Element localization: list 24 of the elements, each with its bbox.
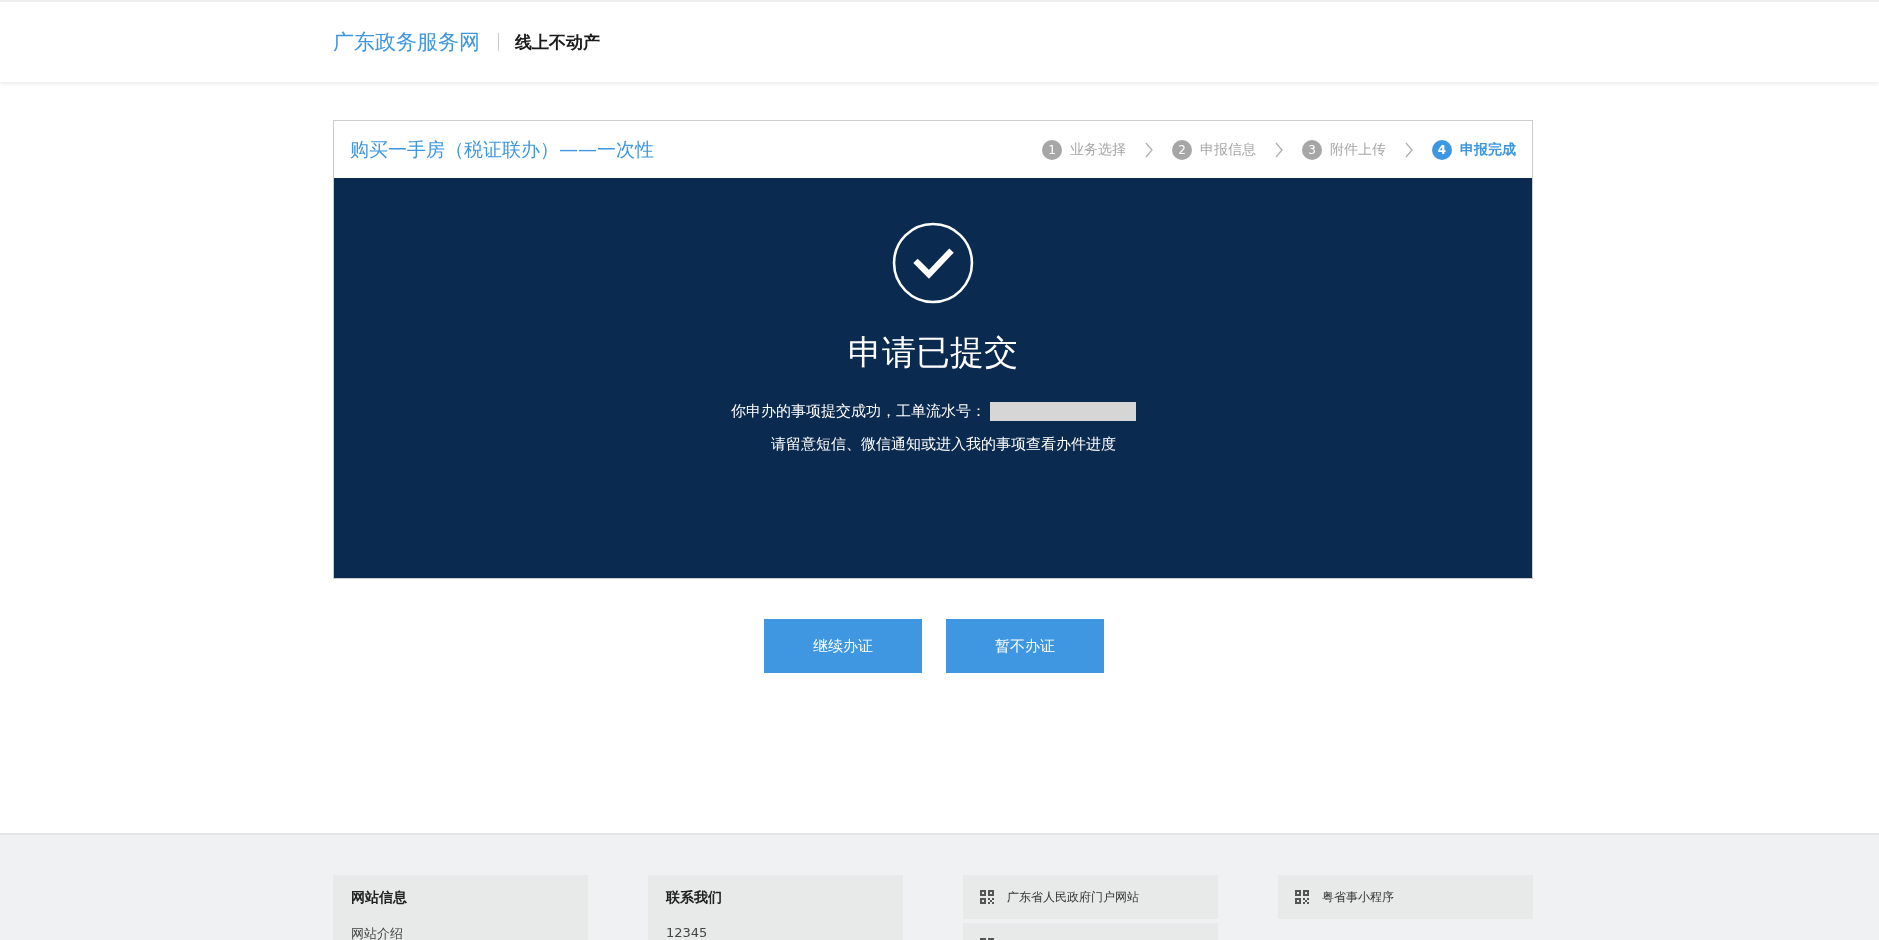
footer-title: 联系我们 [666,889,723,907]
footer-link[interactable]: 网站介绍 [351,925,570,940]
step-label: 申报完成 [1460,140,1516,159]
footer-link[interactable]: 12345 [666,925,885,940]
result-message: 你申办的事项提交成功，工单流水号： [730,402,986,421]
step-number: 4 [1432,139,1452,160]
qr-code-icon [979,889,995,905]
step-label: 附件上传 [1330,140,1386,159]
footer-card[interactable]: 广东省人民政府门户网站 [963,875,1218,919]
section-title: 线上不动产 [515,30,600,54]
result-hint: 请留意短信、微信通知或进入我的事项查看办件进度 [769,435,1116,454]
step-number: 3 [1302,139,1322,160]
step-number: 2 [1172,139,1192,160]
qr-code-icon [1294,889,1310,905]
footer-title: 网站信息 [351,889,408,907]
step-number: 1 [1042,139,1062,160]
checkmark-icon [892,222,974,304]
footer-link: 广东省人民政府门户网站 [1007,888,1139,906]
step-label: 业务选择 [1070,140,1126,159]
step-label: 申报信息 [1200,140,1256,159]
result-heading: 申请已提交 [848,331,1018,374]
footer-card[interactable]: 粤省事小程序 [1278,875,1533,919]
footer-link: 粤省事小程序 [1322,888,1394,906]
card-title: 购买一手房（税证联办）——一次性 [350,136,654,162]
